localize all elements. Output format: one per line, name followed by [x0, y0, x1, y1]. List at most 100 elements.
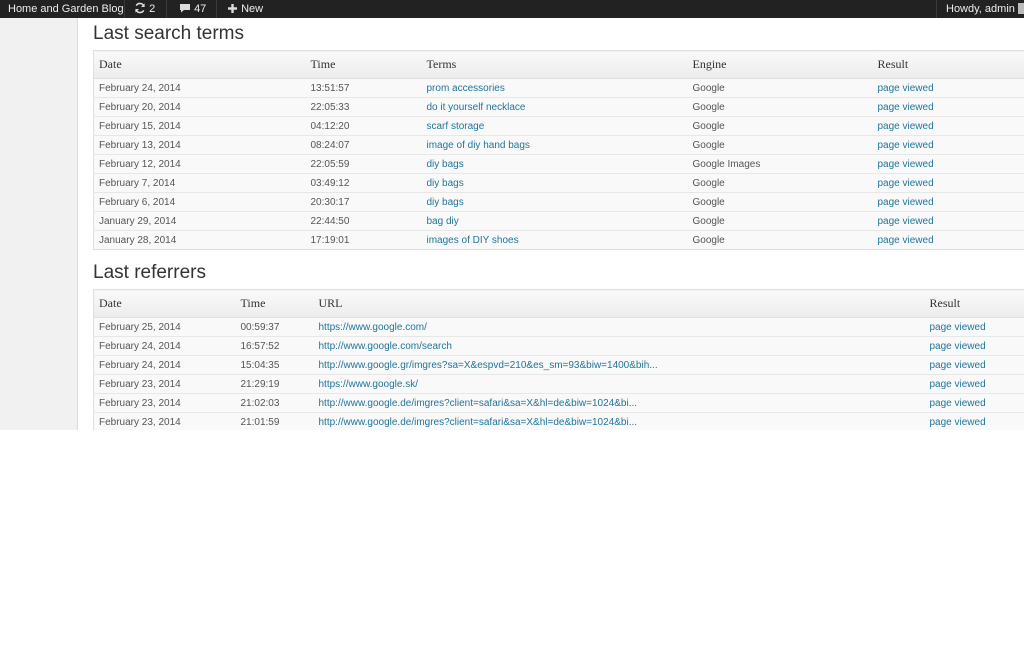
cell-date: February 23, 2014: [93, 393, 236, 413]
cell-result-link[interactable]: page viewed: [878, 121, 934, 132]
cell-time: 13:51:57: [310, 82, 350, 94]
cell-url-link[interactable]: http://www.google.de/imgres?client=safar…: [319, 417, 638, 428]
cell-engine: Google: [687, 211, 873, 231]
new-label: New: [241, 3, 264, 15]
cell-result: page viewed: [924, 336, 1024, 356]
cell-result-link[interactable]: page viewed: [878, 178, 934, 189]
column-header-time[interactable]: Time: [235, 289, 314, 318]
cell-result-link[interactable]: page viewed: [930, 417, 986, 428]
cell-terms-link[interactable]: bag diy: [427, 216, 459, 227]
cell-result: page viewed: [925, 318, 1024, 337]
cell-terms: prom accessories: [422, 79, 688, 98]
cell-result-link[interactable]: page viewed: [930, 379, 986, 390]
table-row: February 23, 2014 21:02:03 http://www.goog…: [93, 393, 1024, 413]
cell-date: February 20, 2014: [93, 97, 306, 117]
cell-url-link[interactable]: http://www.google.gr/imgres?sa=X&espvd=2…: [319, 360, 658, 371]
cell-terms: bag diy: [421, 211, 688, 231]
referrers-title: Last referrers: [93, 262, 206, 283]
cell-result: page viewed: [872, 192, 1024, 212]
cell-time: 22:05:33: [305, 97, 422, 117]
cell-terms-link[interactable]: images of DIY shoes: [427, 235, 519, 246]
main-content: Last search terms Date Time Terms Engine…: [77, 18, 1024, 430]
cell-date: February 24, 2014: [93, 355, 236, 375]
cell-date: February 13, 2014: [93, 135, 306, 155]
cell-terms-link[interactable]: scarf storage: [427, 121, 485, 132]
column-header-result[interactable]: Result: [872, 50, 1024, 79]
cell-time: 16:57:52: [235, 336, 314, 356]
cell-terms: diy bags: [421, 154, 688, 174]
column-header-terms[interactable]: Terms: [421, 50, 688, 79]
cell-engine: Google: [687, 173, 873, 193]
admin-bar-divider: [166, 0, 167, 18]
cell-terms-link[interactable]: image of diy hand bags: [427, 140, 530, 151]
cell-url-link[interactable]: https://www.google.sk/: [319, 379, 419, 390]
comments-count: 47: [194, 3, 207, 15]
updates-button[interactable]: 2: [130, 0, 159, 18]
cell-result: page viewed: [924, 412, 1024, 430]
cell-engine: Google: [687, 135, 873, 155]
cell-terms-link[interactable]: diy bags: [427, 159, 464, 170]
column-header-result[interactable]: Result: [924, 289, 1024, 318]
cell-result-link[interactable]: page viewed: [878, 159, 934, 170]
cell-date: February 23, 2014: [93, 374, 236, 394]
cell-url: http://www.google.de/imgres?client=safar…: [313, 412, 925, 430]
cell-terms-link[interactable]: diy bags: [427, 197, 464, 208]
cell-time: 20:30:17: [305, 192, 422, 212]
cell-url-link[interactable]: http://www.google.de/imgres?client=safar…: [319, 398, 638, 409]
column-header-url[interactable]: URL: [313, 289, 925, 318]
new-content-button[interactable]: New: [223, 0, 267, 18]
cell-url-link[interactable]: https://www.google.com/: [319, 322, 427, 333]
cell-result: page viewed: [872, 211, 1024, 231]
column-header-time[interactable]: Time: [305, 50, 422, 79]
cell-url: http://www.google.de/imgres?client=safar…: [313, 393, 925, 413]
cell-result: page viewed: [872, 230, 1024, 250]
avatar: [1017, 3, 1024, 14]
cell-time: 00:59:37: [240, 321, 280, 333]
cell-time: 21:02:03: [235, 393, 314, 413]
cell-result-link[interactable]: page viewed: [878, 102, 934, 113]
cell-result: page viewed: [872, 135, 1024, 155]
admin-screen: Last search terms Date Time Terms Engine…: [0, 18, 1024, 430]
cell-result-link[interactable]: page viewed: [930, 360, 986, 371]
cell-engine: Google: [687, 97, 873, 117]
cell-time: 21:29:19: [235, 374, 314, 394]
cell-result-link[interactable]: page viewed: [878, 140, 934, 151]
cell-time: 21:01:59: [235, 412, 314, 430]
cell-result: page viewed: [872, 173, 1024, 193]
cell-url-link[interactable]: http://www.google.com/search: [319, 341, 452, 352]
site-name-link[interactable]: Home and Garden Blog: [4, 0, 128, 18]
comments-button[interactable]: 47: [175, 0, 210, 18]
cell-date: January 28, 2014: [93, 230, 306, 250]
table-row: February 24, 2014 15:04:35 http://www.goog…: [93, 355, 1024, 375]
table-row: February 6, 2014 20:30:17 diy bags Google pa…: [93, 192, 1024, 212]
cell-result-link[interactable]: page viewed: [878, 197, 934, 208]
cell-date: February 24, 2014: [99, 82, 181, 94]
cell-result-link[interactable]: page viewed: [930, 341, 986, 352]
cell-result-link[interactable]: page viewed: [878, 83, 934, 94]
cell-terms-link[interactable]: prom accessories: [427, 83, 505, 94]
cell-terms: diy bags: [421, 192, 688, 212]
cell-result-link[interactable]: page viewed: [930, 322, 986, 333]
cell-result-link[interactable]: page viewed: [878, 216, 934, 227]
cell-date: February 6, 2014: [93, 192, 306, 212]
table-row: February 7, 2014 03:49:12 diy bags Google pa…: [93, 173, 1024, 193]
cell-date: January 29, 2014: [93, 211, 306, 231]
cell-engine: Google: [687, 192, 873, 212]
cell-result-link[interactable]: page viewed: [878, 235, 934, 246]
table-row: February 12, 2014 22:05:59 diy bags Google …: [93, 154, 1024, 174]
comment-icon: [180, 4, 190, 13]
admin-bar-divider: [216, 0, 217, 18]
column-header-engine[interactable]: Engine: [687, 50, 873, 79]
refresh-icon: [135, 2, 145, 14]
table-row: February 13, 2014 08:24:07 image of diy ha…: [93, 135, 1024, 155]
cell-terms-link[interactable]: do it yourself necklace: [427, 102, 526, 113]
cell-result-link[interactable]: page viewed: [930, 398, 986, 409]
admin-bar-divider: [936, 0, 937, 18]
column-header-date[interactable]: Date: [93, 289, 236, 318]
column-header-date[interactable]: Date: [93, 50, 306, 79]
cell-result: page viewed: [873, 79, 1024, 98]
cell-terms-link[interactable]: diy bags: [427, 178, 464, 189]
table-row: February 20, 2014 22:05:33 do it yourself …: [93, 97, 1024, 117]
my-account-button[interactable]: Howdy, admin: [942, 0, 1024, 18]
cell-engine: Google: [687, 230, 873, 250]
